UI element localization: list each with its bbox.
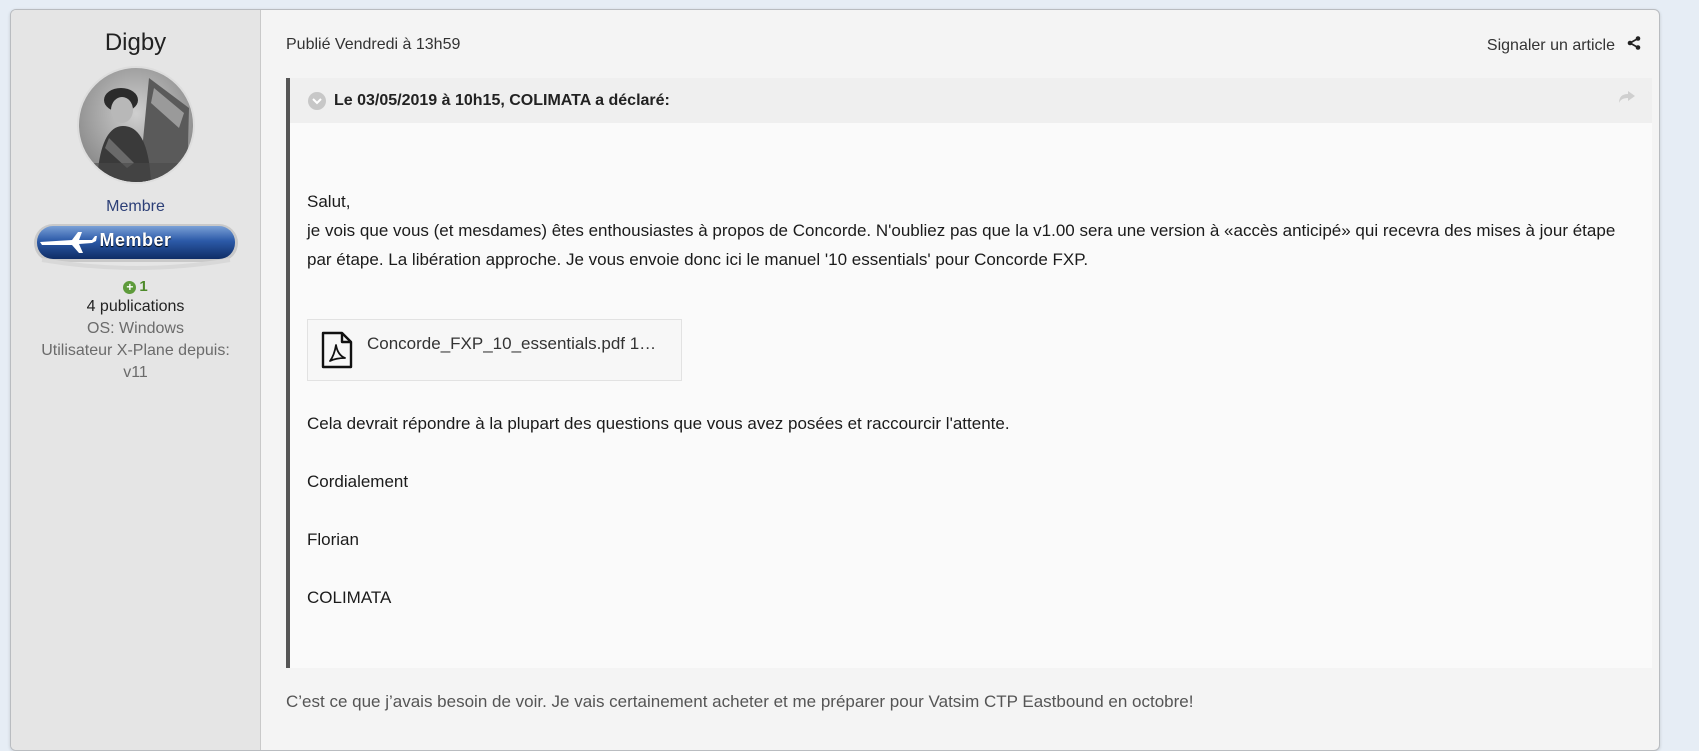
quote-citation: Le 03/05/2019 à 10h15, COLIMATA a déclar… <box>334 91 670 109</box>
plus-circle-icon: + <box>123 281 137 294</box>
member-group: Membre <box>106 198 165 215</box>
share-icon[interactable] <box>1627 36 1641 55</box>
member-rank-badge: Member <box>32 220 240 272</box>
reputation-count: 1 <box>139 278 148 295</box>
pdf-attachment[interactable]: Concorde_FXP_10_essentials.pdf 1… <box>307 319 682 381</box>
report-link[interactable]: Signaler un article <box>1487 37 1615 55</box>
avatar[interactable] <box>78 68 193 182</box>
quote-paragraph: je vois que vous (et mesdames) êtes enth… <box>307 221 1616 269</box>
badge-label: Member <box>99 230 172 250</box>
xplane-since-label: Utilisateur X-Plane depuis: <box>41 342 230 359</box>
quote-header: Le 03/05/2019 à 10h15, COLIMATA a déclar… <box>290 78 1652 123</box>
quote-body: Salut, je vois que vous (et mesdames) êt… <box>290 123 1652 612</box>
reputation[interactable]: +1 <box>11 278 260 296</box>
report-post[interactable]: Signaler un article <box>1487 36 1641 55</box>
pdf-file-icon <box>321 331 353 378</box>
os-info: OS: Windows <box>87 320 184 337</box>
quote-closing: Cordialement <box>307 472 409 491</box>
forum-post: Digby Membre Member + 1 4 publications O… <box>10 9 1660 751</box>
collapse-quote-icon[interactable] <box>308 91 326 110</box>
author-name[interactable]: Digby <box>11 28 260 58</box>
post-count: 4 publications <box>86 298 185 315</box>
quote-greeting: Salut, <box>307 192 351 211</box>
quote-signature-handle: COLIMATA <box>307 588 392 607</box>
author-panel: Digby Membre Member + 1 4 publications O… <box>11 10 261 750</box>
post-date[interactable]: Publié Vendredi à 13h59 <box>286 36 460 54</box>
post-content: Publié Vendredi à 13h59 Signaler un arti… <box>261 10 1659 750</box>
reply-text: C’est ce que j’avais besoin de voir. Je … <box>286 692 1194 711</box>
quote-signature-name: Florian <box>307 530 359 549</box>
go-to-quoted-post-icon[interactable] <box>1618 90 1636 109</box>
xplane-since-value: v11 <box>123 364 148 381</box>
quote-block: Le 03/05/2019 à 10h15, COLIMATA a déclar… <box>286 78 1652 668</box>
quote-followup: Cela devrait répondre à la plupart des q… <box>307 414 1010 433</box>
attachment-filename[interactable]: Concorde_FXP_10_essentials.pdf 1… <box>367 329 667 358</box>
